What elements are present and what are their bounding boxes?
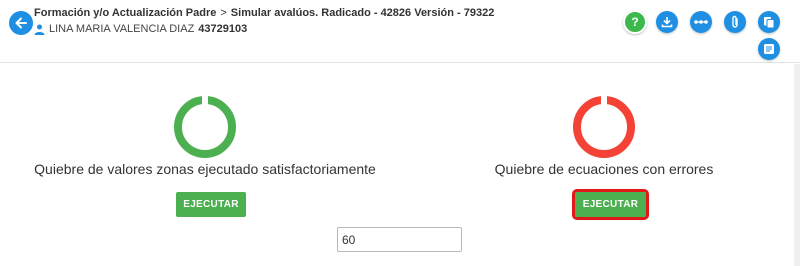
flow-icon [694, 20, 708, 24]
user-name: LINA MARIA VALENCIA DIAZ [49, 23, 195, 35]
copy-icon [764, 16, 775, 28]
breadcrumb-current: Simular avalúos. Radicado - 42826 Versió… [230, 7, 495, 19]
breadcrumb-parent[interactable]: Formación y/o Actualización Padre [34, 7, 216, 19]
list-button[interactable] [758, 38, 780, 60]
help-icon: ? [631, 15, 639, 29]
ring-gap [601, 95, 607, 105]
attach-button[interactable] [724, 11, 746, 33]
user-icon [34, 24, 45, 35]
success-status-icon [174, 96, 236, 158]
left-result-title: Quiebre de valores zonas ejecutado satis… [34, 161, 376, 177]
execute-button-left[interactable]: EJECUTAR [176, 192, 246, 217]
attach-icon [732, 15, 738, 28]
header: Formación y/o Actualización Padre > Simula… [0, 0, 800, 63]
error-status-icon [573, 96, 635, 158]
help-button[interactable]: ? [623, 10, 647, 34]
user-info: LINA MARIA VALENCIA DIAZ 43729103 [34, 23, 247, 35]
execute-button-right[interactable]: EJECUTAR [572, 189, 649, 220]
flow-button[interactable] [690, 11, 712, 33]
download-button[interactable] [656, 11, 678, 33]
back-button[interactable] [9, 11, 33, 35]
copy-button[interactable] [758, 11, 780, 33]
arrow-left-icon [15, 17, 27, 29]
list-icon [764, 44, 774, 54]
breadcrumb-separator: > [220, 7, 227, 19]
ring-gap [202, 95, 208, 105]
page: Formación y/o Actualización Padre > Simula… [0, 0, 800, 266]
value-input[interactable] [337, 227, 462, 252]
breadcrumb: Formación y/o Actualización Padre > Simula… [34, 7, 494, 19]
download-icon [661, 17, 673, 28]
user-id: 43729103 [198, 23, 248, 35]
right-result-title: Quiebre de ecuaciones con errores [494, 161, 714, 177]
